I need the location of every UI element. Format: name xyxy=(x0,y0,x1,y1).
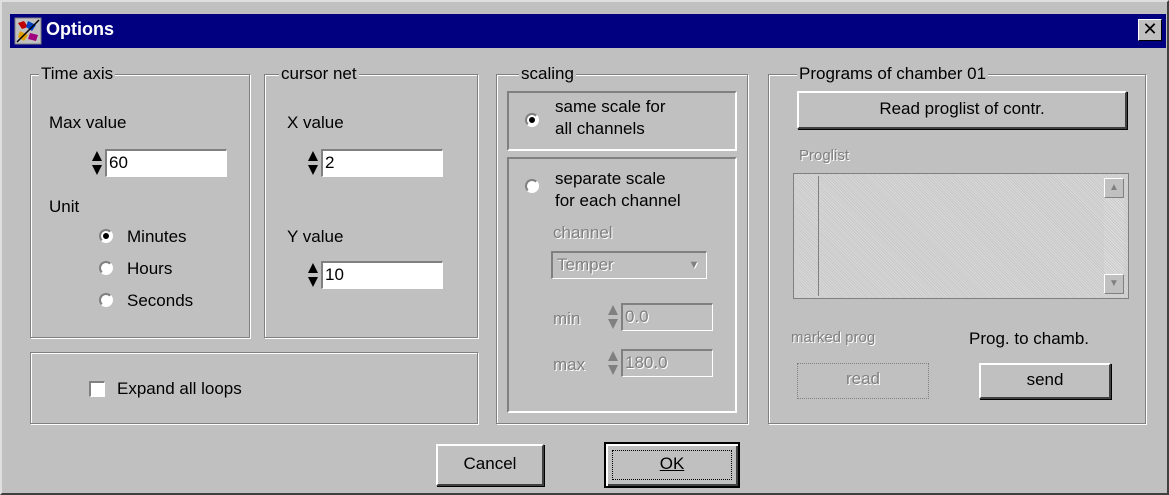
proglist-listbox[interactable]: ▲ ▼ xyxy=(793,173,1129,299)
unit-hours-label[interactable]: Hours xyxy=(127,259,172,279)
channel-value: Temper xyxy=(557,255,614,274)
proglist-scrollbar[interactable]: ▲ ▼ xyxy=(1104,178,1124,294)
channel-select[interactable]: Temper ▼ xyxy=(551,251,707,279)
separate-scale-label-2[interactable]: for each channel xyxy=(555,191,681,211)
x-value-spinner[interactable] xyxy=(307,149,319,177)
separate-scale-radio[interactable] xyxy=(525,179,539,193)
send-button[interactable]: send xyxy=(979,363,1111,399)
time-axis-group: Time axis Max value 60 Unit Minutes Hour… xyxy=(30,64,250,338)
unit-minutes-label[interactable]: Minutes xyxy=(127,227,187,247)
max-label: max xyxy=(553,355,586,374)
read-proglist-label: Read proglist of contr. xyxy=(879,99,1045,118)
ok-button[interactable]: OK xyxy=(604,442,740,488)
max-input[interactable]: 180.0 xyxy=(621,349,713,377)
cursor-net-group: cursor net X value 2 Y value 10 xyxy=(264,64,478,338)
loops-group: Expand all loops xyxy=(30,352,478,424)
x-value-label: X value xyxy=(287,113,344,132)
unit-minutes-radio[interactable] xyxy=(99,229,113,243)
window-title: Options xyxy=(46,19,114,39)
expand-loops-label[interactable]: Expand all loops xyxy=(117,379,242,399)
separate-scale-panel: separate scale for each channel channel … xyxy=(507,157,737,413)
cursor-net-title: cursor net xyxy=(279,64,359,84)
channel-label: channel xyxy=(553,223,613,242)
programs-group: Programs of chamber 01 Read proglist of … xyxy=(768,64,1146,424)
marked-prog-label: marked prog xyxy=(791,329,876,346)
close-button[interactable]: ✕ xyxy=(1138,19,1162,41)
unit-hours-radio[interactable] xyxy=(99,261,113,275)
read-button-label: read xyxy=(845,369,881,388)
scroll-down-icon[interactable]: ▼ xyxy=(1104,274,1124,294)
max-value-input[interactable]: 60 xyxy=(105,149,227,177)
y-value-input[interactable]: 10 xyxy=(321,261,443,289)
y-value-spinner[interactable] xyxy=(307,261,319,289)
listbox-selection-marker xyxy=(818,176,819,296)
cancel-button-label: Cancel xyxy=(463,454,517,473)
min-input[interactable]: 0.0 xyxy=(621,303,713,331)
proglist-label: Proglist xyxy=(799,147,850,164)
unit-seconds-label[interactable]: Seconds xyxy=(127,291,193,311)
unit-seconds-radio[interactable] xyxy=(99,293,113,307)
same-scale-panel: same scale for all channels xyxy=(507,91,737,151)
scroll-up-icon[interactable]: ▲ xyxy=(1104,178,1124,198)
max-value-spinner[interactable] xyxy=(91,149,103,177)
same-scale-label-1[interactable]: same scale for xyxy=(555,97,666,117)
max-spinner[interactable] xyxy=(607,349,619,377)
y-value-label: Y value xyxy=(287,227,344,246)
app-icon xyxy=(14,17,42,45)
same-scale-radio[interactable] xyxy=(525,113,539,127)
cancel-button[interactable]: Cancel xyxy=(436,444,544,486)
scaling-title: scaling xyxy=(519,64,576,84)
min-spinner[interactable] xyxy=(607,303,619,331)
close-icon: ✕ xyxy=(1142,19,1158,39)
chevron-down-icon[interactable]: ▼ xyxy=(684,255,704,275)
x-value-input[interactable]: 2 xyxy=(321,149,443,177)
ok-focus-rect xyxy=(612,450,732,480)
time-axis-title: Time axis xyxy=(39,64,116,84)
expand-loops-checkbox[interactable] xyxy=(89,381,105,397)
send-button-label: send xyxy=(1026,370,1064,389)
max-value-label: Max value xyxy=(49,113,127,132)
options-dialog: Options ✕ Time axis Max value 60 Unit Mi… xyxy=(0,0,1169,495)
programs-title: Programs of chamber 01 xyxy=(797,64,989,84)
read-proglist-button[interactable]: Read proglist of contr. xyxy=(797,91,1127,129)
read-button[interactable]: read xyxy=(797,363,929,399)
min-label: min xyxy=(553,309,581,328)
prog-to-chamb-label: Prog. to chamb. xyxy=(969,329,1090,348)
separate-scale-label-1[interactable]: separate scale xyxy=(555,169,666,189)
scaling-group: scaling same scale for all channels sepa… xyxy=(496,64,748,424)
title-bar[interactable]: Options ✕ xyxy=(10,14,1166,48)
unit-label: Unit xyxy=(49,197,80,216)
same-scale-label-2[interactable]: all channels xyxy=(555,119,645,139)
